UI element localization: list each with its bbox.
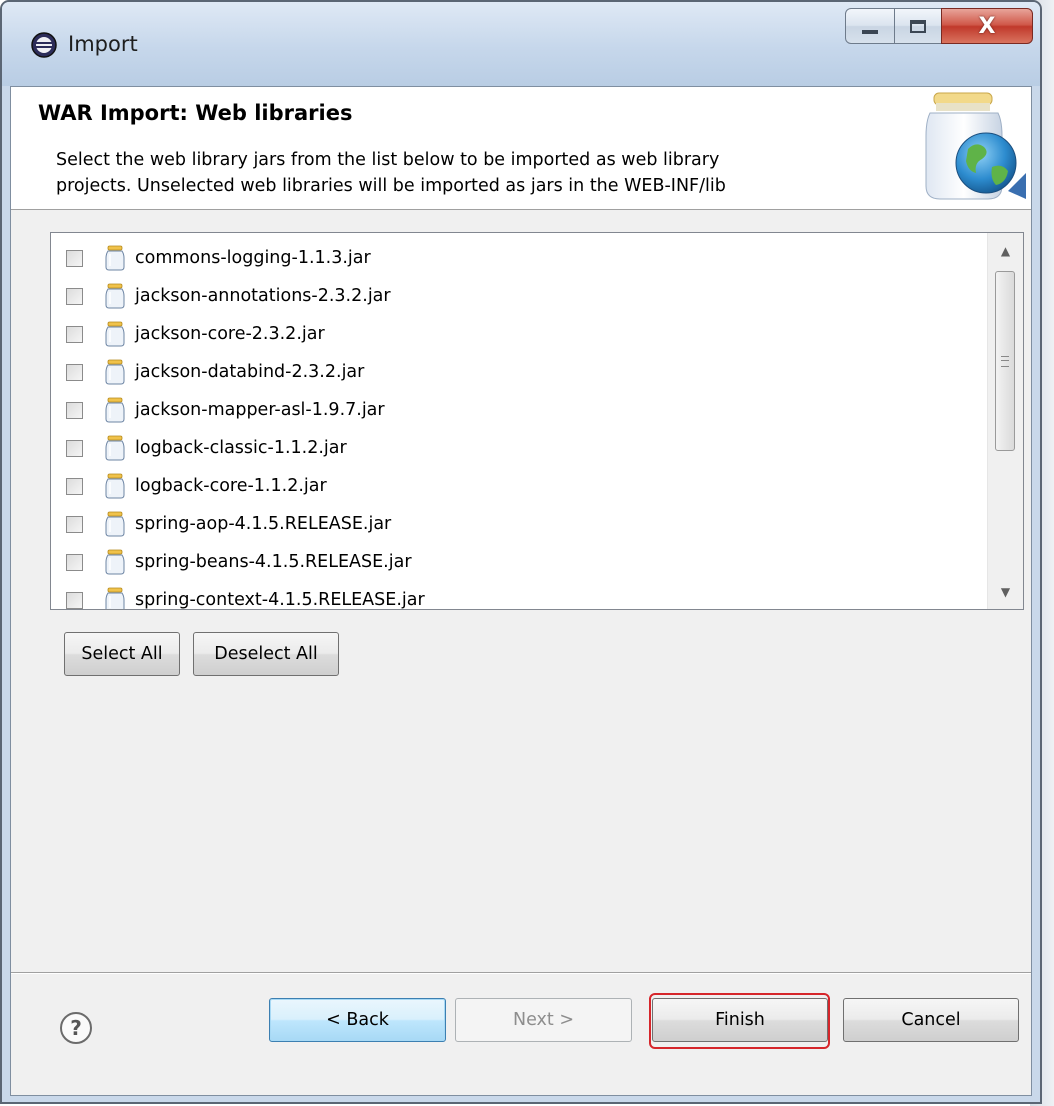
minimize-icon xyxy=(862,30,878,34)
page-title: WAR Import: Web libraries xyxy=(38,101,353,125)
description-line: projects. Unselected web libraries will … xyxy=(56,176,726,196)
finish-button[interactable]: Finish xyxy=(652,998,828,1042)
vertical-scrollbar[interactable]: ▲ ▼ xyxy=(987,233,1023,609)
library-checkbox[interactable] xyxy=(66,363,83,381)
jar-icon xyxy=(105,435,125,461)
close-button[interactable]: X xyxy=(941,8,1033,44)
library-row[interactable]: spring-context-4.1.5.RELEASE.jar xyxy=(51,581,987,610)
scrollbar-thumb[interactable] xyxy=(995,271,1015,451)
back-button[interactable]: < Back xyxy=(269,998,446,1042)
maximize-icon xyxy=(910,19,926,33)
library-row[interactable]: logback-core-1.1.2.jar xyxy=(51,467,987,505)
library-checkbox[interactable] xyxy=(66,401,83,419)
jar-icon xyxy=(105,397,125,423)
library-checkbox[interactable] xyxy=(66,325,83,343)
wizard-header: WAR Import: Web libraries Select the web… xyxy=(11,87,1031,210)
description-line: Select the web library jars from the lis… xyxy=(56,150,720,170)
eclipse-icon xyxy=(31,32,57,58)
next-button: Next > xyxy=(455,998,632,1042)
library-label: logback-core-1.1.2.jar xyxy=(135,476,327,496)
library-checkbox[interactable] xyxy=(66,553,83,571)
library-checkbox[interactable] xyxy=(66,515,83,533)
jar-icon xyxy=(105,283,125,309)
library-row[interactable]: jackson-annotations-2.3.2.jar xyxy=(51,277,987,315)
scroll-down-arrow-icon[interactable]: ▼ xyxy=(988,574,1023,609)
library-label: commons-logging-1.1.3.jar xyxy=(135,248,371,268)
jar-icon xyxy=(105,549,125,575)
library-checkbox[interactable] xyxy=(66,439,83,457)
dialog-body: WAR Import: Web libraries Select the web… xyxy=(10,86,1032,1096)
jar-globe-icon xyxy=(925,92,1026,200)
select-all-button[interactable]: Select All xyxy=(64,632,180,676)
library-row[interactable]: jackson-mapper-asl-1.9.7.jar xyxy=(51,391,987,429)
jar-icon xyxy=(105,245,125,271)
library-row[interactable]: jackson-core-2.3.2.jar xyxy=(51,315,987,353)
cancel-button[interactable]: Cancel xyxy=(843,998,1019,1042)
library-checkbox[interactable] xyxy=(66,287,83,305)
library-row[interactable]: spring-aop-4.1.5.RELEASE.jar xyxy=(51,505,987,543)
close-icon: X xyxy=(978,13,996,39)
library-label: spring-beans-4.1.5.RELEASE.jar xyxy=(135,552,412,572)
title-bar[interactable]: Import X xyxy=(2,2,1040,86)
library-checkbox[interactable] xyxy=(66,249,83,267)
library-row[interactable]: jackson-databind-2.3.2.jar xyxy=(51,353,987,391)
scroll-up-arrow-icon[interactable]: ▲ xyxy=(988,233,1023,268)
footer-separator xyxy=(11,972,1031,974)
library-row[interactable]: logback-classic-1.1.2.jar xyxy=(51,429,987,467)
jar-icon xyxy=(105,321,125,347)
library-label: logback-classic-1.1.2.jar xyxy=(135,438,347,458)
window-title: Import xyxy=(68,32,138,56)
library-list[interactable]: commons-logging-1.1.3.jar jackson-annotat… xyxy=(50,232,1024,610)
library-checkbox[interactable] xyxy=(66,477,83,495)
library-list-rows: commons-logging-1.1.3.jar jackson-annotat… xyxy=(51,233,987,609)
jar-icon xyxy=(105,587,125,609)
library-label: jackson-annotations-2.3.2.jar xyxy=(135,286,391,306)
import-dialog: Import X WAR Import: Web libraries Selec… xyxy=(0,0,1042,1104)
library-label: jackson-mapper-asl-1.9.7.jar xyxy=(135,400,385,420)
page-description: Select the web library jars from the lis… xyxy=(56,147,886,199)
library-label: spring-context-4.1.5.RELEASE.jar xyxy=(135,590,425,610)
minimize-button[interactable] xyxy=(845,8,895,44)
library-row[interactable]: commons-logging-1.1.3.jar xyxy=(51,239,987,277)
jar-icon xyxy=(105,511,125,537)
jar-icon xyxy=(105,359,125,385)
library-row[interactable]: spring-beans-4.1.5.RELEASE.jar xyxy=(51,543,987,581)
help-icon[interactable]: ? xyxy=(60,1012,92,1044)
jar-icon xyxy=(105,473,125,499)
maximize-button[interactable] xyxy=(894,8,942,44)
library-label: spring-aop-4.1.5.RELEASE.jar xyxy=(135,514,392,534)
library-label: jackson-databind-2.3.2.jar xyxy=(135,362,365,382)
deselect-all-button[interactable]: Deselect All xyxy=(193,632,339,676)
grip-icon xyxy=(1001,355,1009,367)
library-label: jackson-core-2.3.2.jar xyxy=(135,324,325,344)
library-checkbox[interactable] xyxy=(66,591,83,609)
